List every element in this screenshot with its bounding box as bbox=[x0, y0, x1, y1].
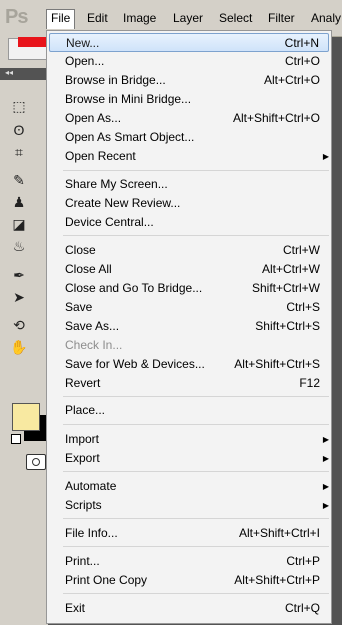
collapse-icon: ◂◂ bbox=[5, 68, 14, 77]
blur-tool-icon[interactable]: ♨ bbox=[10, 237, 28, 255]
submenu-arrow-icon: ▶ bbox=[322, 482, 329, 491]
default-colors-icon[interactable] bbox=[11, 434, 21, 444]
marquee-tool-icon[interactable]: ⬚ bbox=[10, 97, 28, 115]
menu-file[interactable]: File bbox=[46, 9, 76, 29]
pen-tool-icon[interactable]: ✒ bbox=[10, 266, 28, 284]
menu-item-import[interactable]: Import ▶ bbox=[49, 430, 329, 449]
quick-mask-icon[interactable] bbox=[26, 454, 46, 470]
menu-item-revert[interactable]: Revert F12 bbox=[49, 374, 329, 393]
menu-separator bbox=[63, 424, 329, 425]
menu-separator bbox=[63, 546, 329, 547]
menu-item-new[interactable]: New... Ctrl+N bbox=[49, 33, 329, 52]
menu-item-place[interactable]: Place... bbox=[49, 401, 329, 420]
3d-rotate-icon[interactable]: ⟲ bbox=[10, 316, 28, 334]
menu-layer[interactable]: Layer bbox=[173, 11, 203, 25]
menu-analysis[interactable]: Analy bbox=[311, 11, 341, 25]
clone-stamp-icon[interactable]: ♟ bbox=[10, 193, 28, 211]
menu-item-exit[interactable]: Exit Ctrl+Q bbox=[49, 599, 329, 618]
menu-item-open-recent[interactable]: Open Recent ▶ bbox=[49, 147, 329, 166]
menu-item-save-as[interactable]: Save As... Shift+Ctrl+S bbox=[49, 317, 329, 336]
menu-item-open-smart-object[interactable]: Open As Smart Object... bbox=[49, 128, 329, 147]
menu-item-print-one-copy[interactable]: Print One Copy Alt+Shift+Ctrl+P bbox=[49, 571, 329, 590]
menu-separator bbox=[63, 396, 329, 397]
menu-item-save-for-web[interactable]: Save for Web & Devices... Alt+Shift+Ctrl+… bbox=[49, 355, 329, 374]
submenu-arrow-icon: ▶ bbox=[322, 454, 329, 463]
menu-item-close-go-bridge[interactable]: Close and Go To Bridge... Shift+Ctrl+W bbox=[49, 279, 329, 298]
healing-brush-icon[interactable]: ✎ bbox=[10, 171, 28, 189]
menu-separator bbox=[63, 593, 329, 594]
menu-separator bbox=[63, 471, 329, 472]
menu-item-share-screen[interactable]: Share My Screen... bbox=[49, 175, 329, 194]
submenu-arrow-icon: ▶ bbox=[322, 501, 329, 510]
menu-item-check-in: Check In... bbox=[65, 338, 123, 352]
menu-edit[interactable]: Edit bbox=[87, 11, 108, 25]
file-menu-dropdown: New... Ctrl+N Open... Ctrl+O Browse in Bri… bbox=[46, 30, 332, 624]
menu-item-close[interactable]: Close Ctrl+W bbox=[49, 241, 329, 260]
menu-item-export[interactable]: Export ▶ bbox=[49, 449, 329, 468]
menu-item-print[interactable]: Print... Ctrl+P bbox=[49, 552, 329, 571]
menu-item-open-as[interactable]: Open As... Alt+Shift+Ctrl+O bbox=[49, 109, 329, 128]
menu-item-scripts[interactable]: Scripts ▶ bbox=[49, 496, 329, 515]
submenu-arrow-icon: ▶ bbox=[322, 435, 329, 444]
menu-separator bbox=[63, 518, 329, 519]
menu-item-file-info[interactable]: File Info... Alt+Shift+Ctrl+I bbox=[49, 524, 329, 543]
menu-item-open[interactable]: Open... Ctrl+O bbox=[49, 52, 329, 71]
menu-item-browse-bridge[interactable]: Browse in Bridge... Alt+Ctrl+O bbox=[49, 71, 329, 90]
hand-tool-icon[interactable]: ✋ bbox=[10, 338, 28, 356]
menu-image[interactable]: Image bbox=[123, 11, 156, 25]
menu-item-browse-mini-bridge[interactable]: Browse in Mini Bridge... bbox=[49, 90, 329, 109]
menu-item-save[interactable]: Save Ctrl+S bbox=[49, 298, 329, 317]
crop-tool-icon[interactable]: ⌗ bbox=[10, 143, 28, 161]
menu-filter[interactable]: Filter bbox=[268, 11, 295, 25]
menu-item-automate[interactable]: Automate ▶ bbox=[49, 477, 329, 496]
photoshop-logo: Ps bbox=[5, 6, 28, 28]
menu-item-create-review[interactable]: Create New Review... bbox=[49, 194, 329, 213]
menu-separator bbox=[63, 170, 329, 171]
foreground-color-swatch[interactable] bbox=[12, 403, 40, 431]
menu-separator bbox=[63, 235, 329, 236]
menu-item-close-all[interactable]: Close All Alt+Ctrl+W bbox=[49, 260, 329, 279]
eraser-tool-icon[interactable]: ◪ bbox=[10, 215, 28, 233]
menu-item-device-central[interactable]: Device Central... bbox=[49, 213, 329, 232]
tools-panel: ◂◂ ⬚ ʘ ⌗ ✎ ♟ ◪ ♨ ✒ ➤ ⟲ ✋ bbox=[0, 36, 50, 625]
lasso-tool-icon[interactable]: ʘ bbox=[10, 121, 28, 139]
path-select-icon[interactable]: ➤ bbox=[10, 288, 28, 306]
submenu-arrow-icon: ▶ bbox=[322, 152, 329, 161]
menu-select[interactable]: Select bbox=[219, 11, 252, 25]
panel-collapse-strip[interactable]: ◂◂ bbox=[0, 68, 48, 80]
